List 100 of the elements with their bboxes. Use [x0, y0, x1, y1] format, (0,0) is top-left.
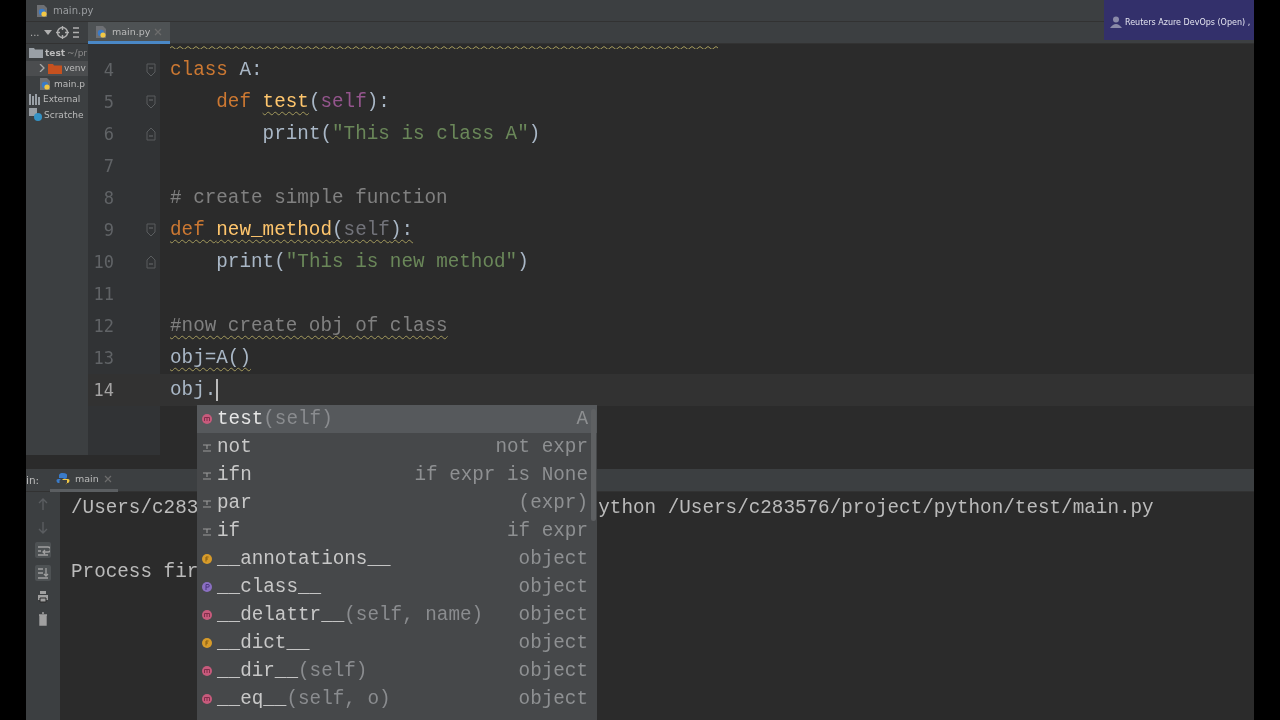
- tree-item[interactable]: Scratche: [26, 107, 88, 123]
- template-icon: [202, 498, 212, 508]
- completion-name: __dir__: [217, 660, 298, 682]
- soft-wrap-icon[interactable]: [36, 543, 50, 557]
- scroll-to-end-icon[interactable]: [36, 566, 50, 580]
- close-icon: [103, 474, 112, 483]
- fold-icon: [146, 95, 156, 109]
- tree-item[interactable]: venv: [26, 60, 88, 76]
- tree-label: venv: [64, 63, 86, 74]
- tree-item[interactable]: External: [26, 91, 88, 107]
- template-icon: [202, 526, 212, 536]
- code-line: # create simple function: [170, 187, 448, 209]
- tree-label: test: [45, 47, 66, 58]
- person-icon: [1110, 16, 1122, 28]
- completion-name: not: [217, 436, 252, 458]
- library-icon: [29, 93, 41, 105]
- field-icon: [202, 554, 212, 564]
- python-icon: [56, 471, 70, 486]
- method-icon: [202, 694, 212, 704]
- text-cursor: [216, 379, 219, 401]
- tab-label: main.py: [112, 26, 151, 37]
- run-label: in:: [26, 474, 41, 486]
- trash-icon[interactable]: [36, 612, 50, 626]
- breadcrumb-file[interactable]: main.py: [53, 5, 94, 16]
- completion-name: if: [217, 520, 241, 542]
- fold-icon: [146, 223, 156, 237]
- console-output: /Users/c283: [71, 497, 199, 519]
- method-icon: [202, 414, 212, 424]
- tree-item[interactable]: test ~/pr: [26, 45, 88, 61]
- completion-item[interactable]: __eq__(self, o) object: [197, 685, 597, 713]
- code-line: obj.: [170, 379, 217, 401]
- editor-tab[interactable]: main.py: [88, 22, 171, 44]
- tree-label: Scratche: [44, 109, 84, 120]
- completion-name: __dict__: [217, 632, 310, 654]
- completion-name: par: [217, 492, 252, 514]
- completion-type: object: [518, 632, 588, 654]
- code-line: class A:: [170, 59, 263, 81]
- code-line: obj=A(): [170, 347, 251, 369]
- property-icon: [202, 582, 212, 592]
- down-arrow-icon[interactable]: [36, 520, 50, 534]
- fold-icon: [146, 63, 156, 77]
- completion-item[interactable]: __class__ object: [197, 573, 597, 601]
- python-file-icon: [94, 24, 108, 39]
- notification-popup[interactable]: Reuters Azure DevOps (Open) ,: [1104, 0, 1254, 40]
- completion-name: ifn: [217, 464, 252, 486]
- tree-label: main.p: [54, 78, 86, 89]
- console-output: Process fir: [71, 561, 199, 583]
- completion-item[interactable]: __annotations__ object: [197, 545, 597, 573]
- completion-type: if expr is None: [414, 464, 588, 486]
- tab-label: main: [75, 473, 99, 484]
- completion-type: (expr): [518, 492, 588, 514]
- folder-icon: [48, 62, 62, 74]
- scrollbar[interactable]: [591, 409, 596, 521]
- completion-item[interactable]: __dir__(self) object: [197, 657, 597, 685]
- completion-type: object: [518, 604, 588, 626]
- python-file-icon: [35, 3, 49, 18]
- completion-name: __annotations__: [217, 548, 391, 570]
- view-dropdown[interactable]: ...: [30, 27, 40, 38]
- code-line: def new_method(self):: [170, 219, 414, 241]
- target-icon: [55, 26, 69, 39]
- completion-type: object: [518, 660, 588, 682]
- field-icon: [202, 638, 212, 648]
- tree-item[interactable]: main.p: [26, 76, 88, 92]
- template-icon: [202, 442, 212, 452]
- completion-type: A: [576, 408, 588, 430]
- path-hint: ~/pr: [67, 47, 88, 58]
- completion-name: __class__: [217, 576, 322, 598]
- up-arrow-icon[interactable]: [36, 497, 50, 511]
- run-tab[interactable]: main: [50, 468, 118, 492]
- completion-item[interactable]: __delattr__(self, name) object: [197, 601, 597, 629]
- code-line: print("This is new method"): [216, 251, 529, 273]
- python-file-icon: [38, 76, 52, 91]
- printer-icon[interactable]: [36, 589, 50, 603]
- completion-type: object: [518, 548, 588, 570]
- completion-type: if expr: [507, 520, 588, 542]
- caret-icon: [43, 29, 52, 36]
- completion-item[interactable]: par (expr): [197, 489, 597, 517]
- completion-item[interactable]: __dict__ object: [197, 629, 597, 657]
- completion-type: object: [518, 688, 588, 710]
- scratch-icon: [29, 108, 42, 122]
- completion-params: (self): [298, 660, 368, 682]
- completion-name: __eq__: [217, 688, 287, 710]
- completion-params: (self, name): [344, 604, 484, 626]
- completion-params: (self, o): [286, 688, 391, 710]
- line-number: 14: [92, 380, 114, 400]
- unfold-icon: [146, 127, 156, 141]
- unfold-icon: [146, 255, 156, 269]
- code-line: def test(self):: [216, 91, 390, 113]
- completion-item[interactable]: ifn if expr is None: [197, 461, 597, 489]
- tree-label: External: [43, 94, 81, 105]
- completion-item[interactable]: if if expr: [197, 517, 597, 545]
- method-icon: [202, 610, 212, 620]
- completion-name: test: [217, 408, 264, 430]
- completion-type: object: [518, 576, 588, 598]
- method-icon: [202, 666, 212, 676]
- collapse-icon: [72, 26, 79, 39]
- completion-item[interactable]: not not expr: [197, 433, 597, 461]
- code-line: print("This is class A"): [262, 123, 541, 145]
- code-line: #now create obj of class: [170, 315, 448, 337]
- completion-type: not expr: [495, 436, 588, 458]
